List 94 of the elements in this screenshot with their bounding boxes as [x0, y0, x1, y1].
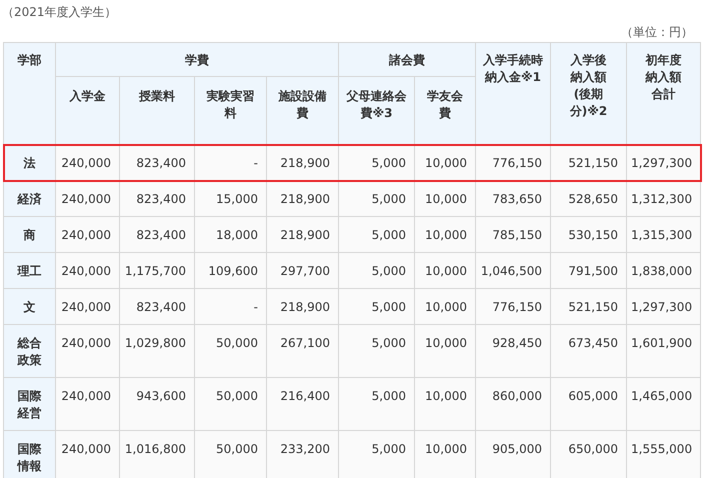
table-cell: 5,000 — [338, 288, 414, 324]
table-cell: 267,100 — [266, 324, 338, 378]
column-header: 諸会費 — [389, 52, 425, 69]
table-cell: 1,465,000 — [626, 378, 700, 430]
column-header: 父母連絡会費※3 — [346, 88, 408, 122]
table-cell: 528,650 — [550, 180, 626, 216]
table-cell: 823,400 — [120, 288, 194, 324]
table-cell: 783,650 — [476, 180, 550, 216]
table-cell: 218,900 — [266, 288, 338, 324]
table-cell: 1,315,300 — [626, 216, 700, 252]
table-cell: 1,312,300 — [626, 180, 700, 216]
column-header: 授業料 — [138, 88, 176, 105]
table-cell: 18,000 — [194, 216, 266, 252]
table-cell: 860,000 — [476, 378, 550, 430]
table-cell: 5,000 — [338, 144, 414, 180]
table-cell: 10,000 — [414, 252, 476, 288]
table-cell: 776,150 — [476, 144, 550, 180]
row-header: 経済 — [4, 180, 56, 216]
table-caption: （2021年度入学生） — [1, 4, 118, 21]
table-cell: 5,000 — [338, 324, 414, 378]
table-cell: 10,000 — [414, 324, 476, 378]
table-cell: 240,000 — [56, 324, 120, 378]
table-cell: 823,400 — [120, 216, 194, 252]
table-cell: 605,000 — [550, 378, 626, 430]
table-cell: 109,600 — [194, 252, 266, 288]
table-cell: 776,150 — [476, 288, 550, 324]
table-cell: 240,000 — [56, 430, 120, 478]
table-cell: 1,297,300 — [626, 144, 700, 180]
table-cell: - — [194, 288, 266, 324]
table-cell: 823,400 — [120, 180, 194, 216]
row-header: 法 — [4, 144, 56, 180]
column-header: 入学手続時納入金※1 — [482, 52, 544, 86]
table-cell: 50,000 — [194, 324, 266, 378]
table-cell: 5,000 — [338, 252, 414, 288]
table-cell: 650,000 — [550, 430, 626, 478]
table-cell: 823,400 — [120, 144, 194, 180]
table-cell: 240,000 — [56, 378, 120, 430]
table-cell: 240,000 — [56, 144, 120, 180]
table-cell: 1,601,900 — [626, 324, 700, 378]
table-cell: 1,175,700 — [120, 252, 194, 288]
table-cell: 5,000 — [338, 180, 414, 216]
table-cell: 521,150 — [550, 144, 626, 180]
table-cell: 905,000 — [476, 430, 550, 478]
table-cell: 218,900 — [266, 216, 338, 252]
table-cell: 233,200 — [266, 430, 338, 478]
table-cell: 5,000 — [338, 430, 414, 478]
table-cell: 10,000 — [414, 144, 476, 180]
table-cell: 240,000 — [56, 216, 120, 252]
column-header: 入学後納入額(後期分)※2 — [570, 52, 608, 120]
table-cell: 791,500 — [550, 252, 626, 288]
table-cell: 5,000 — [338, 216, 414, 252]
table-cell: 1,016,800 — [120, 430, 194, 478]
table-cell: 1,297,300 — [626, 288, 700, 324]
table-cell: 15,000 — [194, 180, 266, 216]
table-cell: 240,000 — [56, 252, 120, 288]
table-cell: 1,555,000 — [626, 430, 700, 478]
table-cell: 530,150 — [550, 216, 626, 252]
row-header: 商 — [4, 216, 56, 252]
table-cell: 240,000 — [56, 180, 120, 216]
row-header: 国際情報 — [4, 430, 56, 478]
column-header: 実験実習料 — [206, 88, 256, 122]
table-cell: 297,700 — [266, 252, 338, 288]
table-cell: 1,029,800 — [120, 324, 194, 378]
table-cell: 10,000 — [414, 288, 476, 324]
row-header: 総合政策 — [4, 324, 56, 378]
table-cell: 10,000 — [414, 430, 476, 478]
column-header: 施設設備費 — [278, 88, 328, 122]
column-header: 学費 — [185, 52, 209, 69]
unit-note: （単位：円） — [621, 24, 693, 40]
row-header: 文 — [4, 288, 56, 324]
table-cell: 10,000 — [414, 216, 476, 252]
table-cell: 240,000 — [56, 288, 120, 324]
table-cell: 10,000 — [414, 180, 476, 216]
table-cell: 50,000 — [194, 430, 266, 478]
table-cell: 218,900 — [266, 144, 338, 180]
table-cell: 1,838,000 — [626, 252, 700, 288]
row-header: 国際経営 — [4, 378, 56, 430]
column-header: 学友会費 — [426, 88, 464, 122]
column-header: 学部 — [16, 52, 42, 69]
table-cell: 785,150 — [476, 216, 550, 252]
table-cell: 10,000 — [414, 378, 476, 430]
table-cell: 1,046,500 — [476, 252, 550, 288]
table-cell: 218,900 — [266, 180, 338, 216]
table-cell: 5,000 — [338, 378, 414, 430]
table-cell: 521,150 — [550, 288, 626, 324]
table-cell: 943,600 — [120, 378, 194, 430]
column-header: 初年度納入額合計 — [644, 52, 682, 103]
table-cell: 216,400 — [266, 378, 338, 430]
column-header: 入学金 — [68, 88, 106, 105]
table-cell: 673,450 — [550, 324, 626, 378]
row-header: 理工 — [4, 252, 56, 288]
table-cell: 50,000 — [194, 378, 266, 430]
table-cell: - — [194, 144, 266, 180]
table-cell: 928,450 — [476, 324, 550, 378]
